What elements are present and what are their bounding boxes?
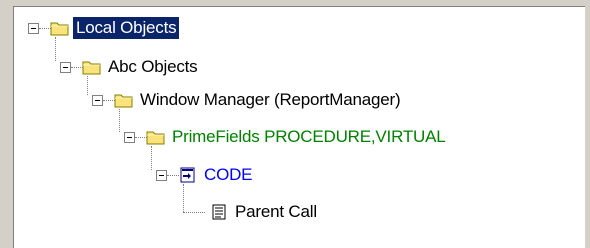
collapse-toggle[interactable] (60, 62, 71, 73)
collapse-toggle[interactable] (124, 132, 135, 143)
tree-connector (119, 109, 120, 132)
tree-connector (55, 37, 56, 61)
tree-node-label[interactable]: CODE (201, 164, 255, 186)
collapse-toggle[interactable] (92, 95, 103, 106)
collapse-toggle[interactable] (28, 23, 39, 34)
tree-node-label[interactable]: Local Objects (73, 17, 180, 39)
folder-icon (114, 92, 134, 108)
tree-connector (183, 212, 205, 213)
tree-node-label[interactable]: Abc Objects (105, 56, 200, 78)
document-icon (209, 204, 229, 220)
tree-node-label[interactable]: PrimeFields PROCEDURE,VIRTUAL (169, 126, 449, 148)
tree-view[interactable]: Local Objects Abc Objects Window Manager… (13, 6, 585, 248)
folder-icon (146, 129, 166, 145)
code-embed-icon (178, 167, 198, 183)
tree-node-label[interactable]: Parent Call (232, 201, 320, 223)
tree-connector (87, 76, 88, 95)
tree-connector (183, 184, 184, 212)
folder-icon (82, 59, 102, 75)
collapse-toggle[interactable] (156, 170, 167, 181)
folder-icon (50, 20, 70, 36)
tree-node-label[interactable]: Window Manager (ReportManager) (137, 89, 403, 111)
tree-connector (151, 146, 152, 170)
